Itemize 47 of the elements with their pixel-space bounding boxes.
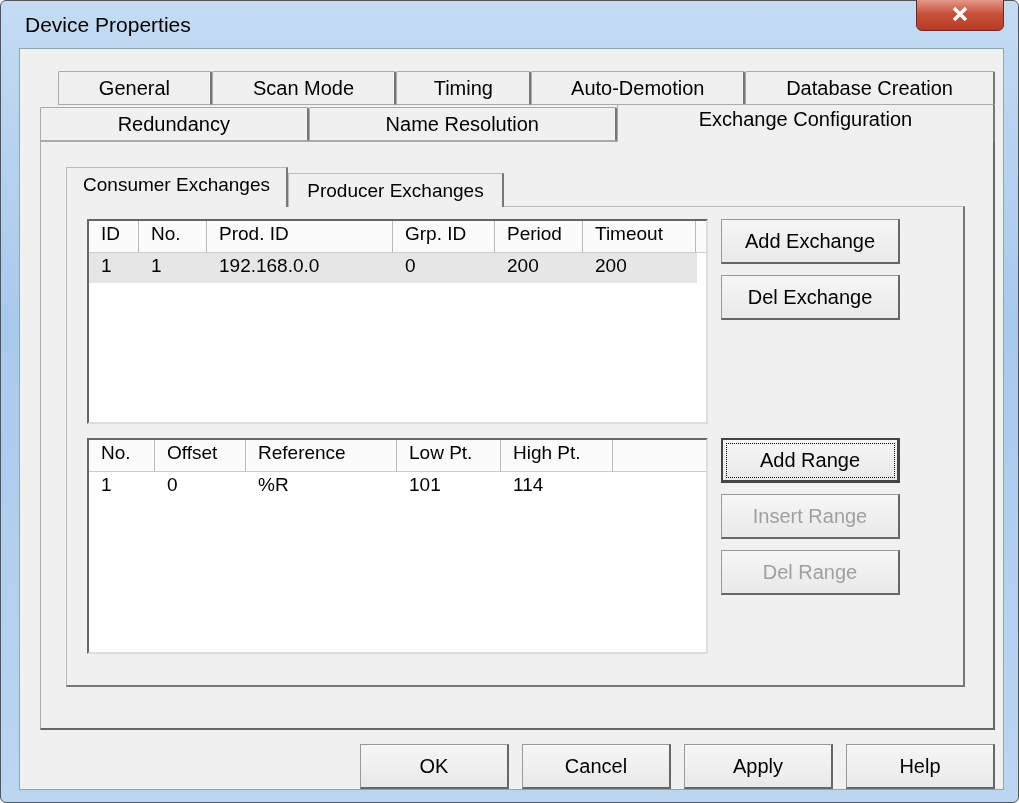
column-header[interactable]: High Pt. xyxy=(501,440,613,472)
column-header[interactable]: Reference xyxy=(246,440,397,472)
table-cell-text: 1 xyxy=(100,473,113,497)
table-cell-text: 192.168.0.0 xyxy=(218,254,321,278)
tab[interactable]: General xyxy=(58,71,212,105)
list-row[interactable]: 1 0 %R 101 114 xyxy=(89,472,697,502)
tab[interactable]: Redundancy xyxy=(40,107,309,141)
close-icon xyxy=(951,5,969,22)
column-header[interactable]: Low Pt. xyxy=(397,440,501,472)
tab[interactable]: Producer Exchanges xyxy=(288,173,504,207)
column-header[interactable]: Period xyxy=(495,221,583,253)
column-header[interactable]: Offset xyxy=(155,440,246,472)
table-cell-text: 101 xyxy=(408,473,442,497)
table-cell-text: 1 xyxy=(100,254,113,278)
action-button[interactable]: Del Exchange xyxy=(721,275,900,320)
window-title: Device Properties xyxy=(24,12,191,37)
column-header[interactable]: No. xyxy=(89,440,155,472)
column-header[interactable]: ID xyxy=(89,221,139,253)
table-cell-text: 0 xyxy=(404,254,417,278)
exchanges-list[interactable]: ID No. Prod. ID Grp. ID Period Timeout 1 1 192.168.0.0 0 200 200 xyxy=(87,219,708,424)
dialog-button[interactable]: Apply xyxy=(684,744,833,789)
column-header[interactable]: No. xyxy=(139,221,207,253)
table-cell-text: 200 xyxy=(506,254,540,278)
column-header[interactable]: Prod. ID xyxy=(207,221,393,253)
close-button[interactable] xyxy=(916,0,1004,31)
tab[interactable]: Database Creation xyxy=(745,71,995,105)
table-cell-text: %R xyxy=(257,473,290,497)
tab[interactable]: Consumer Exchanges xyxy=(66,167,288,207)
table-cell-text: 1 xyxy=(150,254,163,278)
tab[interactable]: Scan Mode xyxy=(211,71,397,105)
tab[interactable]: Timing xyxy=(396,71,532,105)
ranges-list[interactable]: No. Offset Reference Low Pt. High Pt. 1 0 %R 101 114 xyxy=(87,438,708,654)
dialog-button[interactable]: OK xyxy=(360,744,509,789)
tab[interactable]: Exchange Configuration xyxy=(617,104,995,142)
dialog-button[interactable]: Help xyxy=(846,744,995,789)
tab[interactable]: Name Resolution xyxy=(308,107,617,141)
column-header[interactable]: Timeout xyxy=(583,221,696,253)
header-filler xyxy=(696,221,706,253)
column-header[interactable]: Grp. ID xyxy=(393,221,495,253)
table-cell-text: 114 xyxy=(512,473,545,497)
dialog-button[interactable]: Cancel xyxy=(522,744,671,789)
list-row[interactable]: 1 1 192.168.0.0 0 200 200 xyxy=(89,253,697,283)
action-button[interactable]: Add Range xyxy=(721,438,900,483)
tab[interactable]: Auto-Demotion xyxy=(531,71,746,105)
action-button[interactable]: Add Exchange xyxy=(721,219,900,264)
table-cell-text: 200 xyxy=(594,254,628,278)
table-cell-text: 0 xyxy=(166,473,179,497)
